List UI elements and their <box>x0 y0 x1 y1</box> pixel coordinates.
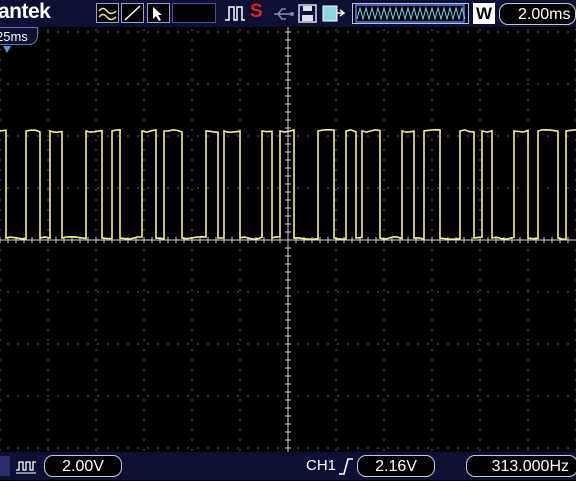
trigger-source-label[interactable]: CH1 <box>306 456 336 476</box>
status-blank-box <box>172 3 216 23</box>
usb-icon <box>272 6 294 22</box>
memory-depth-icon <box>322 4 346 23</box>
trigger-slope-icon[interactable] <box>121 3 144 23</box>
bottom-status-bar: 2.00V CH1 2.16V 313.000Hz <box>0 452 576 480</box>
trigger-time-tag[interactable]: 25ms <box>0 27 38 45</box>
graticule-grid <box>0 27 576 452</box>
acquisition-mode-badge[interactable]: W <box>473 3 495 24</box>
waveform-type-icon[interactable] <box>96 3 119 23</box>
volts-per-div-readout[interactable]: 2.00V <box>44 455 122 477</box>
frequency-readout: 313.000Hz <box>466 455 576 477</box>
memory-preview-trace <box>355 4 466 23</box>
oscilloscope-display <box>0 27 576 452</box>
trigger-level-readout[interactable]: 2.16V <box>357 455 435 477</box>
top-toolbar: antek S W 2.00ms <box>0 0 576 27</box>
cursor-icon[interactable] <box>147 3 170 23</box>
dc-coupling-icon <box>14 457 38 475</box>
save-icon[interactable] <box>298 4 318 23</box>
channel-color-strip <box>0 456 10 476</box>
timebase-readout[interactable]: 2.00ms <box>499 3 576 25</box>
position-markers <box>3 46 11 53</box>
memory-preview-window[interactable] <box>352 3 469 24</box>
brand-logo: antek <box>0 0 51 23</box>
pulse-icon <box>224 3 246 23</box>
rising-edge-icon <box>338 456 354 476</box>
stop-icon[interactable]: S <box>250 1 263 23</box>
